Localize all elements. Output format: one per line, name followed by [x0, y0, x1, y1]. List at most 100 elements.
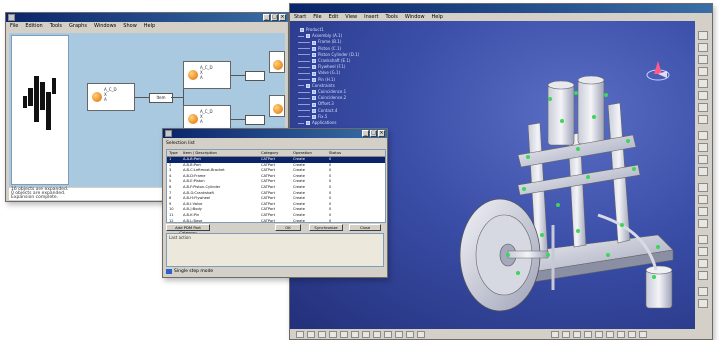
- toolbar-button[interactable]: [698, 79, 708, 88]
- toolbar-button[interactable]: [698, 259, 708, 268]
- toolbar-button[interactable]: [406, 330, 414, 338]
- toolbar-button[interactable]: [698, 219, 708, 228]
- column-header[interactable]: Operation: [291, 150, 327, 156]
- left-window-titlebar[interactable]: _ □ ×: [6, 13, 288, 22]
- toolbar-button[interactable]: [698, 31, 708, 40]
- tree-indent: [298, 35, 304, 37]
- menu-help[interactable]: Help: [144, 22, 155, 30]
- column-header[interactable]: Status: [327, 150, 385, 156]
- specification-tree[interactable]: Product1 Assembly (A.1) Frame (B.1) Piston …: [298, 27, 458, 126]
- toolbar-button[interactable]: [698, 235, 708, 244]
- tree-indent: [298, 122, 304, 124]
- graph-node[interactable]: [269, 95, 285, 117]
- toolbar-button[interactable]: [584, 330, 592, 338]
- menu-help[interactable]: Help: [432, 13, 443, 21]
- minimize-icon[interactable]: _: [263, 14, 270, 21]
- toolbar-button[interactable]: [307, 330, 315, 338]
- toolbar-button[interactable]: [698, 143, 708, 152]
- table-header: Type Item / Description Category Operati…: [167, 150, 385, 157]
- menu-tools[interactable]: Tools: [386, 13, 398, 21]
- part-icon: [188, 70, 198, 80]
- add-category-button[interactable]: Add PDM Part Category: [166, 224, 210, 235]
- toolbar-button[interactable]: [329, 330, 337, 338]
- selection-table[interactable]: Type Item / Description Category Operati…: [166, 149, 386, 223]
- column-header[interactable]: Category: [259, 150, 291, 156]
- maximize-icon[interactable]: □: [370, 130, 377, 137]
- toolbar-button[interactable]: [698, 91, 708, 100]
- toolbar-button[interactable]: [617, 330, 625, 338]
- menu-windows[interactable]: Windows: [94, 22, 116, 30]
- menu-file[interactable]: File: [313, 13, 321, 21]
- tree-node-icon: [312, 108, 316, 113]
- close-icon[interactable]: ×: [378, 130, 385, 137]
- toolbar-button[interactable]: [698, 43, 708, 52]
- graph-node[interactable]: A_C_D X A: [87, 83, 135, 111]
- toolbar-button[interactable]: [417, 330, 425, 338]
- column-header[interactable]: Type: [167, 150, 181, 156]
- toolbar-button[interactable]: [698, 55, 708, 64]
- toolbar-button[interactable]: [698, 247, 708, 256]
- dialog-titlebar[interactable]: _ □ ×: [163, 129, 387, 138]
- column-header[interactable]: Item / Description: [181, 150, 259, 156]
- toolbar-button[interactable]: [698, 115, 708, 124]
- toolbar-button[interactable]: [698, 103, 708, 112]
- menu-graphs[interactable]: Graphs: [69, 22, 87, 30]
- toolbar-button[interactable]: [606, 330, 614, 338]
- menu-edition[interactable]: Edition: [25, 22, 42, 30]
- tree-node-icon: [300, 28, 304, 33]
- toolbar-button[interactable]: [595, 330, 603, 338]
- close-button[interactable]: Close: [349, 224, 381, 231]
- toolbar-button[interactable]: [562, 330, 570, 338]
- menu-file[interactable]: File: [10, 22, 18, 30]
- toolbar-button[interactable]: [373, 330, 381, 338]
- tree-node-icon: [312, 46, 316, 51]
- menu-start[interactable]: Start: [294, 13, 306, 21]
- tree-indent: [298, 54, 310, 56]
- menu-edit[interactable]: Edit: [329, 13, 339, 21]
- toolbar-button[interactable]: [698, 155, 708, 164]
- overview-panel[interactable]: [11, 35, 69, 185]
- connector-box[interactable]: Item: [149, 93, 173, 103]
- menu-tools[interactable]: Tools: [50, 22, 62, 30]
- toolbar-button[interactable]: [698, 299, 708, 308]
- toolbar-button[interactable]: [698, 167, 708, 176]
- ok-button[interactable]: OK: [275, 224, 301, 231]
- toolbar-button[interactable]: [573, 330, 581, 338]
- toolbar-button[interactable]: [698, 67, 708, 76]
- graph-node[interactable]: [269, 51, 285, 73]
- toolbar-button[interactable]: [639, 330, 647, 338]
- minimize-icon[interactable]: _: [362, 130, 369, 137]
- menu-insert[interactable]: Insert: [364, 13, 378, 21]
- toolbar-button[interactable]: [698, 131, 708, 140]
- menu-window[interactable]: Window: [405, 13, 425, 21]
- toolbar-button[interactable]: [296, 330, 304, 338]
- maximize-icon[interactable]: □: [271, 14, 278, 21]
- graph-node[interactable]: A_C_D X A: [183, 61, 231, 89]
- toolbar-button[interactable]: [698, 183, 708, 192]
- toolbar-button[interactable]: [384, 330, 392, 338]
- right-toolbar: [695, 21, 712, 329]
- toolbar-button[interactable]: [395, 330, 403, 338]
- toolbar-button[interactable]: [362, 330, 370, 338]
- left-menubar: File Edition Tools Graphs Windows Show H…: [6, 22, 288, 30]
- toolbar-button[interactable]: [551, 330, 559, 338]
- connector-box[interactable]: [245, 115, 265, 125]
- toolbar-button[interactable]: [318, 330, 326, 338]
- engine-3d-model[interactable]: [458, 65, 690, 325]
- toolbar-button[interactable]: [628, 330, 636, 338]
- connector-box[interactable]: [245, 71, 265, 81]
- part-icon: [273, 104, 283, 114]
- table-row[interactable]: 12 A-B-L:Base CATPart Create 0: [167, 219, 385, 222]
- tree-item[interactable]: Applications: [298, 120, 458, 126]
- close-icon[interactable]: ×: [279, 14, 286, 21]
- toolbar-button[interactable]: [698, 207, 708, 216]
- toolbar-button[interactable]: [340, 330, 348, 338]
- toolbar-button[interactable]: [698, 271, 708, 280]
- menu-view[interactable]: View: [345, 13, 357, 21]
- toolbar-button[interactable]: [698, 287, 708, 296]
- synchronize-button[interactable]: Synchronize: [309, 224, 343, 231]
- cad-titlebar[interactable]: [290, 4, 712, 13]
- menu-show[interactable]: Show: [123, 22, 137, 30]
- toolbar-button[interactable]: [698, 195, 708, 204]
- toolbar-button[interactable]: [351, 330, 359, 338]
